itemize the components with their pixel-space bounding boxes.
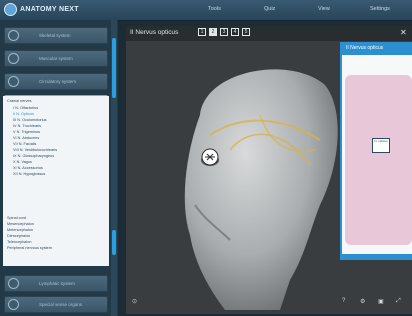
tree-group[interactable]: Metencephalon	[7, 228, 33, 232]
system-special-senses[interactable]: Special sense organs	[4, 296, 108, 313]
nav-tools[interactable]: Tools	[208, 6, 221, 12]
system-lymphatic[interactable]: Lymphatic system	[4, 275, 108, 292]
viewer-title: II Nervus opticus	[130, 29, 179, 36]
lymph-icon	[8, 278, 19, 289]
tree-item[interactable]: VIII N. Vestibulocochlearis	[13, 148, 57, 152]
tree-group[interactable]: Telencephalon	[7, 240, 32, 244]
heart-icon	[8, 76, 19, 87]
eye-icon	[8, 299, 19, 310]
tree-item[interactable]: I N. Olfactorius	[13, 106, 38, 110]
system-label: Lymphatic system	[39, 281, 75, 286]
nerve-tree: Cranial nerves I N. Olfactorius II N. Op…	[3, 96, 109, 266]
system-label: Muscular system	[39, 56, 73, 61]
system-muscular[interactable]: Muscular system	[4, 50, 108, 67]
page-2-button[interactable]: 2	[209, 28, 217, 36]
tree-item[interactable]: XII N. Hypoglossus	[13, 172, 45, 176]
tree-group[interactable]: Mesencephalon	[7, 222, 34, 226]
help-icon[interactable]: ?	[342, 298, 345, 304]
settings-icon[interactable]: ⚙	[360, 298, 365, 305]
page-1-button[interactable]: 1	[198, 28, 206, 36]
3d-head-model[interactable]	[170, 55, 350, 310]
tree-item[interactable]: VII N. Facialis	[13, 142, 36, 146]
nerve-diagram-box: N. opticus	[372, 138, 390, 153]
rotate-icon[interactable]: ⊙	[132, 298, 137, 305]
tree-item[interactable]: XI N. Accessorius	[13, 166, 43, 170]
fullscreen-icon[interactable]: ⤢	[396, 298, 401, 305]
nerve-diagram	[345, 75, 412, 245]
system-label: Special sense organs	[39, 302, 83, 307]
tree-item-selected[interactable]: II N. Opticus	[13, 112, 34, 116]
system-label: Circulatory system	[39, 79, 77, 84]
info-panel-footer	[340, 254, 412, 260]
page-5-button[interactable]: 5	[242, 28, 250, 36]
tree-item[interactable]: IV N. Trochlearis	[13, 124, 41, 128]
camera-icon[interactable]: ▣	[378, 298, 384, 305]
tree-item[interactable]: IX N. Glossopharyngeus	[13, 154, 54, 158]
tree-group[interactable]: Diencephalon	[7, 234, 30, 238]
system-skeletal[interactable]: Skeletal system	[4, 27, 108, 44]
logo-icon	[4, 3, 17, 16]
tree-group[interactable]: Peripheral nervous system	[7, 246, 52, 250]
system-circulatory[interactable]: Circulatory system	[4, 73, 108, 90]
tree-item[interactable]: X N. Vagus	[13, 160, 32, 164]
sidebar-scroll-thumb-lower[interactable]	[112, 230, 116, 255]
app-logo[interactable]: ANATOMY NEXT	[4, 3, 79, 16]
system-label: Skeletal system	[39, 33, 71, 38]
tree-header[interactable]: Cranial nerves	[7, 99, 31, 103]
nav-quiz[interactable]: Quiz	[264, 6, 275, 12]
tree-group[interactable]: Spinal cord	[7, 216, 26, 220]
tree-item[interactable]: VI N. Abducens	[13, 136, 39, 140]
nav-view[interactable]: View	[318, 6, 330, 12]
tree-item[interactable]: V N. Trigeminus	[13, 130, 40, 134]
logo-text: ANATOMY NEXT	[20, 6, 79, 13]
muscle-icon	[8, 53, 19, 64]
close-icon[interactable]: ✕	[400, 28, 407, 37]
page-3-button[interactable]: 3	[220, 28, 228, 36]
tree-item[interactable]: III N. Oculomotorius	[13, 118, 47, 122]
top-bar: ANATOMY NEXT Tools Quiz View Settings	[0, 0, 412, 21]
nav-settings[interactable]: Settings	[370, 6, 390, 12]
info-panel-title: II Nervus opticus	[346, 45, 384, 51]
skeleton-icon	[8, 30, 19, 41]
page-4-button[interactable]: 4	[231, 28, 239, 36]
sidebar-scroll-thumb[interactable]	[112, 38, 116, 98]
